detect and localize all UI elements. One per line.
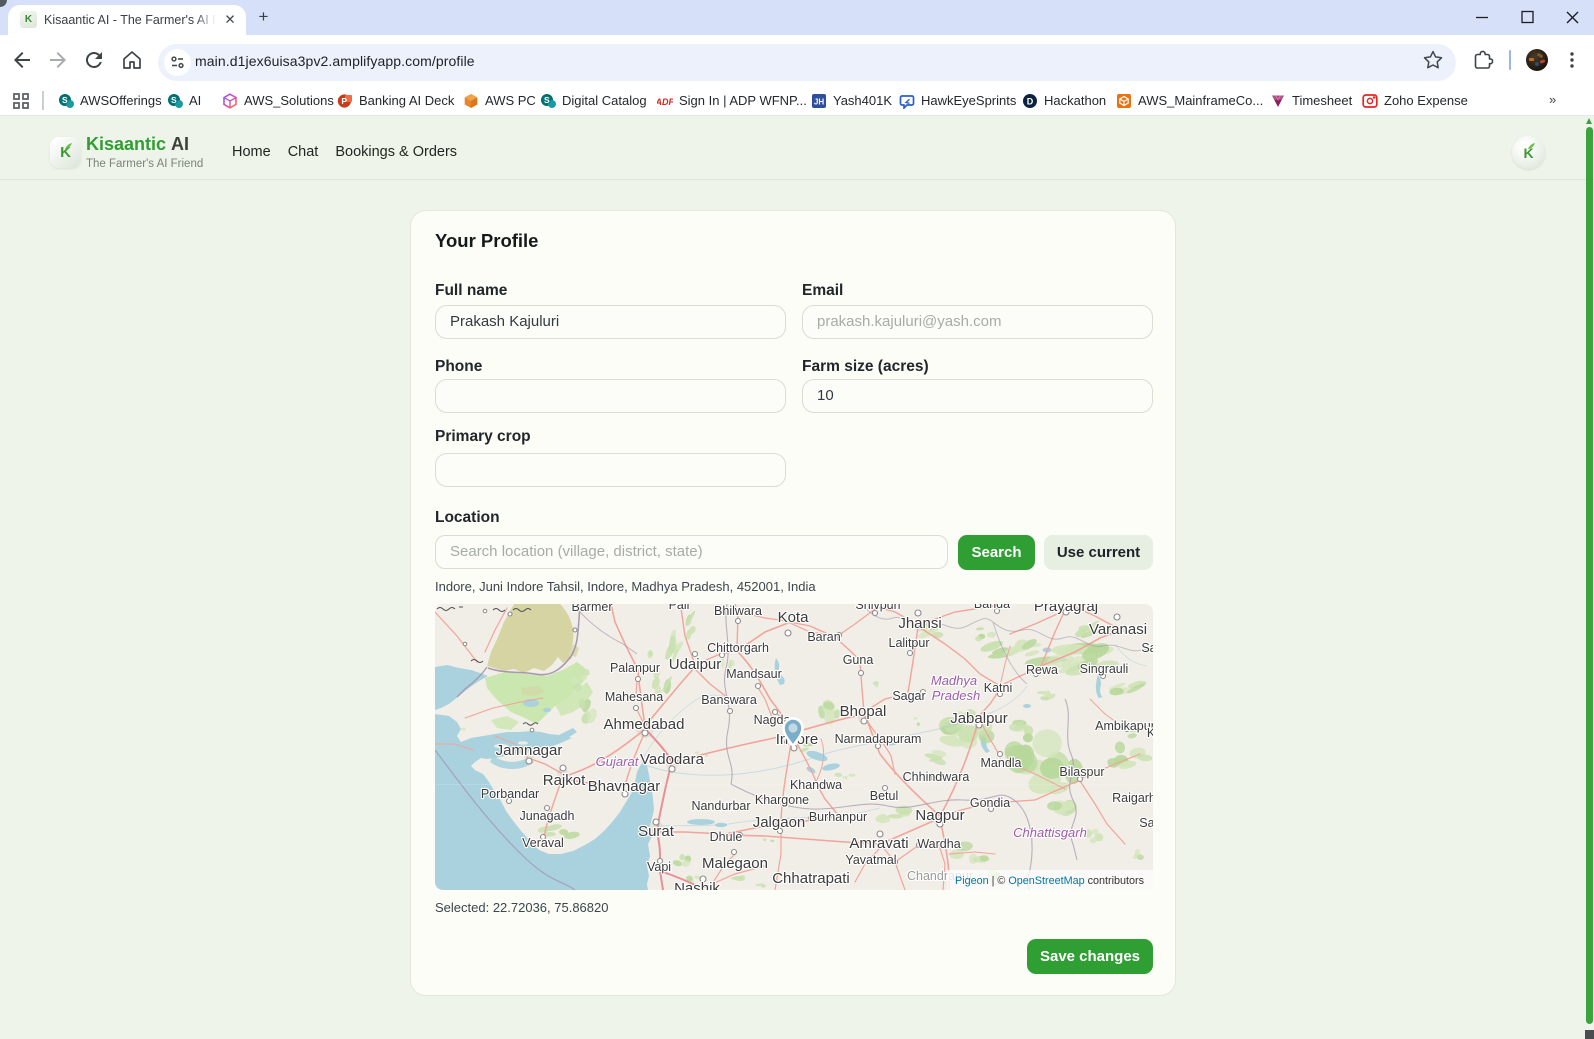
svg-text:Bhavnagar: Bhavnagar bbox=[588, 778, 661, 795]
svg-text:Banswara: Banswara bbox=[701, 693, 757, 707]
svg-text:Udaipur: Udaipur bbox=[669, 656, 722, 673]
svg-text:Barmer: Barmer bbox=[572, 604, 613, 614]
svg-text:S: S bbox=[544, 95, 550, 105]
svg-text:Pradesh: Pradesh bbox=[932, 688, 980, 703]
svg-text:Jalgaon: Jalgaon bbox=[753, 814, 806, 831]
svg-text:Khandwa: Khandwa bbox=[790, 778, 842, 792]
svg-text:Bilaspur: Bilaspur bbox=[1059, 765, 1104, 779]
svg-text:Surat: Surat bbox=[638, 823, 675, 840]
svg-text:Katni: Katni bbox=[984, 681, 1013, 695]
svg-text:Wardha: Wardha bbox=[917, 837, 960, 851]
svg-text:Nashik: Nashik bbox=[674, 880, 720, 890]
svg-text:Khargone: Khargone bbox=[755, 793, 809, 807]
svg-text:Amravati: Amravati bbox=[849, 835, 908, 852]
svg-text:ADP: ADP bbox=[657, 97, 673, 107]
svg-text:Betul: Betul bbox=[870, 789, 899, 803]
svg-text:JH: JH bbox=[814, 97, 824, 106]
svg-text:S: S bbox=[171, 95, 177, 105]
svg-text:Prayagraj: Prayagraj bbox=[1034, 604, 1098, 615]
svg-text:Jamnagar: Jamnagar bbox=[496, 742, 563, 759]
svg-text:Sar: Sar bbox=[1139, 816, 1153, 830]
svg-text:Narmadapuram: Narmadapuram bbox=[835, 732, 922, 746]
svg-text:K: K bbox=[1147, 726, 1153, 740]
svg-text:P: P bbox=[341, 96, 347, 106]
svg-text:Banda: Banda bbox=[974, 604, 1010, 611]
svg-text:Bhopal: Bhopal bbox=[840, 703, 887, 720]
svg-text:S: S bbox=[62, 95, 68, 105]
svg-text:Chhindwara: Chhindwara bbox=[903, 770, 970, 784]
svg-text:Junagadh: Junagadh bbox=[520, 809, 575, 823]
svg-text:Singrauli: Singrauli bbox=[1080, 662, 1129, 676]
svg-text:Pali: Pali bbox=[669, 604, 690, 612]
svg-text:Chhatrapati: Chhatrapati bbox=[772, 870, 850, 887]
svg-text:Pigeon | © OpenStreetMap contr: Pigeon | © OpenStreetMap contributors bbox=[955, 875, 1145, 887]
svg-text:Porbandar: Porbandar bbox=[481, 787, 539, 801]
svg-text:Kota: Kota bbox=[778, 609, 810, 626]
svg-text:Sa: Sa bbox=[1141, 641, 1153, 655]
svg-text:Varanasi: Varanasi bbox=[1089, 621, 1147, 638]
svg-text:Jhansi: Jhansi bbox=[898, 615, 941, 632]
svg-text:Ambikapur: Ambikapur bbox=[1095, 719, 1153, 733]
svg-text:Mahesana: Mahesana bbox=[605, 690, 663, 704]
svg-text:D: D bbox=[1027, 96, 1034, 106]
svg-text:Palanpur: Palanpur bbox=[610, 661, 660, 675]
svg-text:Veraval: Veraval bbox=[522, 836, 564, 850]
svg-text:Sagar: Sagar bbox=[892, 689, 925, 703]
svg-text:Rajkot: Rajkot bbox=[543, 772, 586, 789]
svg-text:Burhanpur: Burhanpur bbox=[809, 810, 867, 824]
svg-text:Vadodara: Vadodara bbox=[640, 751, 705, 768]
svg-text:Nagpur: Nagpur bbox=[915, 807, 964, 824]
svg-text:Gondia: Gondia bbox=[970, 796, 1010, 810]
svg-text:Lalitpur: Lalitpur bbox=[889, 636, 930, 650]
svg-text:Guna: Guna bbox=[843, 653, 874, 667]
svg-text:Shivpuri: Shivpuri bbox=[855, 604, 900, 612]
svg-text:Chhattisgarh: Chhattisgarh bbox=[1013, 825, 1087, 840]
svg-text:Vapi: Vapi bbox=[647, 860, 671, 874]
svg-text:Ahmedabad: Ahmedabad bbox=[604, 716, 685, 733]
svg-text:Jabalpur: Jabalpur bbox=[950, 710, 1008, 727]
svg-text:Madhya: Madhya bbox=[931, 673, 977, 688]
svg-text:Dhule: Dhule bbox=[710, 830, 743, 844]
svg-text:Chittorgarh: Chittorgarh bbox=[707, 641, 769, 655]
svg-text:Nandurbar: Nandurbar bbox=[691, 799, 750, 813]
svg-text:Malegaon: Malegaon bbox=[702, 855, 768, 872]
svg-text:Mandsaur: Mandsaur bbox=[726, 667, 782, 681]
svg-text:Baran: Baran bbox=[807, 630, 840, 644]
svg-text:Mandla: Mandla bbox=[981, 756, 1022, 770]
svg-text:Raigarh: Raigarh bbox=[1112, 791, 1153, 805]
svg-text:Rewa: Rewa bbox=[1026, 663, 1058, 677]
svg-text:Gujarat: Gujarat bbox=[596, 754, 640, 769]
svg-text:Yavatmal: Yavatmal bbox=[845, 853, 896, 867]
svg-text:Bhilwara: Bhilwara bbox=[714, 604, 762, 618]
